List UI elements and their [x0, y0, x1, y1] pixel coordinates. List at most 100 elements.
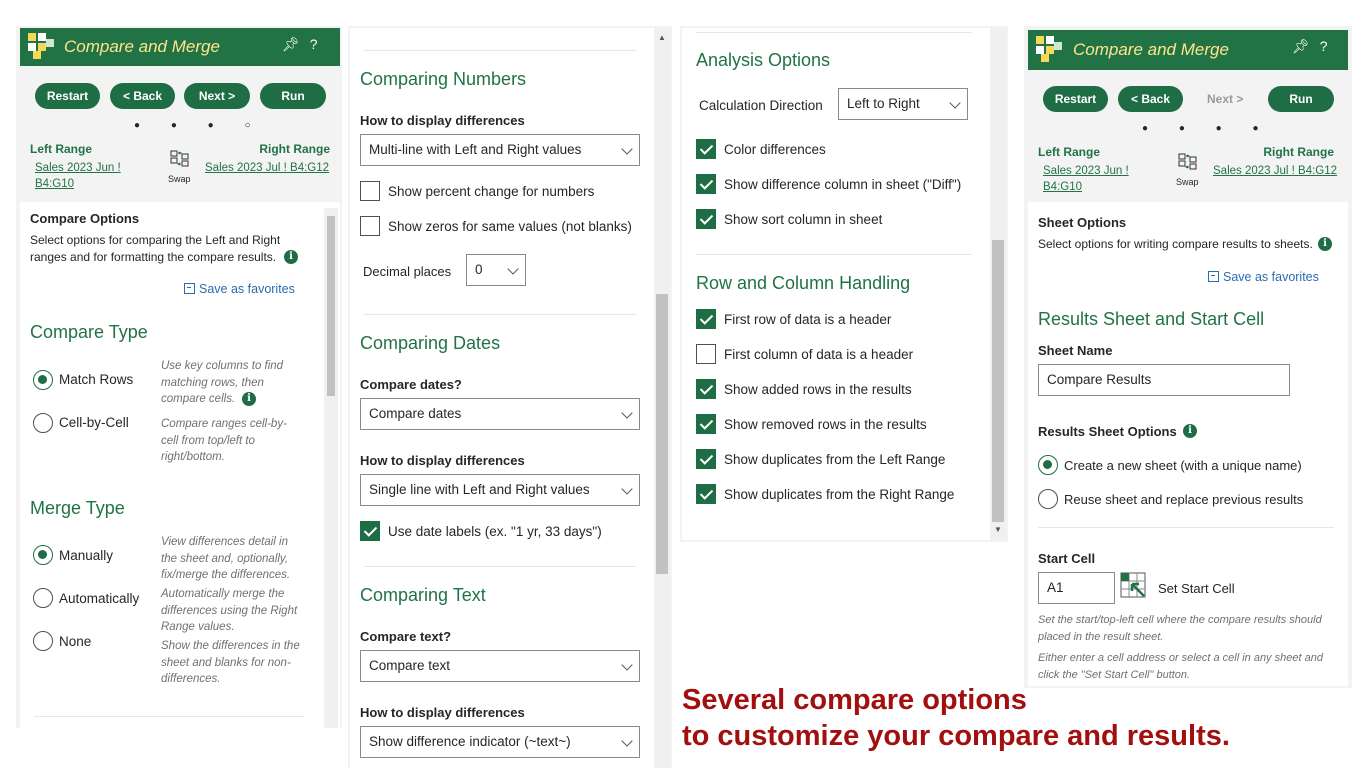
app-logo-icon	[1036, 36, 1062, 62]
step-indicator: ● ● ● ○	[134, 120, 265, 131]
show-zeros-label[interactable]: Show zeros for same values (not blanks)	[388, 219, 632, 234]
scrollbar-thumb[interactable]	[327, 216, 335, 396]
reuse-sheet-radio[interactable]	[1038, 489, 1058, 509]
info-icon[interactable]: i	[1318, 237, 1332, 251]
automatically-radio[interactable]	[33, 588, 53, 608]
none-label[interactable]: None	[59, 634, 91, 649]
use-date-labels-label[interactable]: Use date labels (ex. "1 yr, 33 days")	[388, 524, 602, 539]
left-range-label: Left Range	[30, 142, 93, 156]
dups-left-checkbox[interactable]	[696, 449, 716, 469]
cell-by-cell-label[interactable]: Cell-by-Cell	[59, 415, 129, 430]
match-rows-radio[interactable]	[33, 370, 53, 390]
show-percent-checkbox[interactable]	[360, 181, 380, 201]
info-icon[interactable]: i	[284, 250, 298, 264]
none-radio[interactable]	[33, 631, 53, 651]
automatically-label[interactable]: Automatically	[59, 591, 139, 606]
set-start-cell-button[interactable]: Set Start Cell	[1158, 581, 1235, 596]
show-diff-column-label[interactable]: Show difference column in sheet ("Diff")	[724, 177, 961, 192]
text-display-label: How to display differences	[360, 705, 525, 720]
calc-direction-label: Calculation Direction	[699, 98, 823, 113]
compare-text-select[interactable]: Compare text	[360, 650, 640, 682]
right-range-link[interactable]: Sales 2023 Jul ! B4:G12	[205, 160, 335, 176]
compare-dates-select[interactable]: Compare dates	[360, 398, 640, 430]
help-button[interactable]: ?	[1320, 38, 1328, 54]
text-display-select[interactable]: Show difference indicator (~text~)	[360, 726, 640, 758]
dups-right-checkbox[interactable]	[696, 484, 716, 504]
set-start-cell-icon[interactable]	[1120, 572, 1148, 600]
next-button[interactable]: Next >	[1207, 92, 1243, 106]
match-rows-label[interactable]: Match Rows	[59, 372, 133, 387]
step-indicator: ● ● ● ●	[1142, 123, 1273, 134]
sheet-name-input[interactable]: Compare Results	[1038, 364, 1290, 396]
create-new-sheet-radio[interactable]	[1038, 455, 1058, 475]
first-row-header-label[interactable]: First row of data is a header	[724, 312, 891, 327]
reuse-sheet-label[interactable]: Reuse sheet and replace previous results	[1064, 492, 1303, 507]
first-col-header-label[interactable]: First column of data is a header	[724, 347, 913, 362]
title-icons: 📌︎?	[272, 36, 318, 53]
analysis-options-title: Analysis Options	[696, 50, 831, 70]
show-removed-rows-label[interactable]: Show removed rows in the results	[724, 417, 927, 432]
run-button[interactable]: Run	[1268, 86, 1334, 112]
compare-options-desc: Select options for comparing the Left an…	[30, 233, 281, 264]
dups-left-label[interactable]: Show duplicates from the Left Range	[724, 452, 945, 467]
scrollbar-thumb[interactable]	[656, 294, 668, 574]
dups-right-label[interactable]: Show duplicates from the Right Range	[724, 487, 954, 502]
back-button[interactable]: < Back	[110, 83, 175, 109]
numbers-display-select[interactable]: Multi-line with Left and Right values	[360, 134, 640, 166]
swap-icon[interactable]	[1178, 153, 1198, 171]
scroll-up-icon[interactable]: ▲	[658, 33, 666, 42]
color-differences-checkbox[interactable]	[696, 139, 716, 159]
numbers-display-label: How to display differences	[360, 113, 525, 128]
restart-button[interactable]: Restart	[35, 83, 100, 109]
cell-by-cell-radio[interactable]	[33, 413, 53, 433]
right-range-link[interactable]: Sales 2023 Jul ! B4:G12	[1213, 163, 1343, 179]
pin-icon[interactable]: 📌︎	[282, 36, 300, 52]
show-percent-label[interactable]: Show percent change for numbers	[388, 184, 594, 199]
pin-icon[interactable]: 📌︎	[1292, 38, 1310, 54]
restart-button[interactable]: Restart	[1043, 86, 1108, 112]
chevron-down-icon	[507, 263, 519, 275]
sheet-options-title: Sheet Options	[1038, 215, 1127, 230]
decimal-places-select[interactable]: 0	[466, 254, 526, 286]
match-rows-hint: Use key columns to find matching rows, t…	[161, 360, 284, 405]
results-options-info-icon[interactable]: i	[1183, 424, 1197, 438]
app-title: Compare and Merge	[64, 37, 220, 56]
scrollbar-thumb[interactable]	[992, 240, 1004, 522]
left-range-link[interactable]: Sales 2023 Jun ! B4:G10	[1043, 163, 1168, 195]
show-zeros-checkbox[interactable]	[360, 216, 380, 236]
back-button[interactable]: < Back	[1118, 86, 1183, 112]
first-col-header-checkbox[interactable]	[696, 344, 716, 364]
help-button[interactable]: ?	[310, 36, 318, 52]
start-cell-input[interactable]: A1	[1038, 572, 1115, 604]
divider	[34, 716, 304, 717]
run-button[interactable]: Run	[260, 83, 326, 109]
show-removed-rows-checkbox[interactable]	[696, 414, 716, 434]
panel2: Comparing Numbers How to display differe…	[350, 28, 670, 768]
app-logo-icon	[28, 33, 54, 59]
manually-radio[interactable]	[33, 545, 53, 565]
calc-direction-select[interactable]: Left to Right	[838, 88, 968, 120]
show-diff-column-checkbox[interactable]	[696, 174, 716, 194]
save-favorites-link[interactable]: Save as favorites	[184, 282, 295, 296]
left-range-link[interactable]: Sales 2023 Jun ! B4:G10	[35, 160, 160, 192]
match-rows-info-icon[interactable]: i	[242, 392, 256, 406]
color-differences-label[interactable]: Color differences	[724, 142, 826, 157]
manually-label[interactable]: Manually	[59, 548, 113, 563]
next-button[interactable]: Next >	[184, 83, 250, 109]
create-new-sheet-label[interactable]: Create a new sheet (with a unique name)	[1064, 458, 1302, 473]
dates-display-select[interactable]: Single line with Left and Right values	[360, 474, 640, 506]
chevron-down-icon	[621, 659, 633, 671]
start-cell-label: Start Cell	[1038, 551, 1096, 566]
scroll-down-icon[interactable]: ▼	[994, 525, 1002, 534]
swap-label[interactable]: Swap	[168, 174, 191, 184]
swap-icon[interactable]	[170, 150, 190, 168]
show-sort-column-checkbox[interactable]	[696, 209, 716, 229]
automatically-hint: Automatically merge the differences usin…	[161, 588, 298, 633]
show-sort-column-label[interactable]: Show sort column in sheet	[724, 212, 882, 227]
first-row-header-checkbox[interactable]	[696, 309, 716, 329]
show-added-rows-checkbox[interactable]	[696, 379, 716, 399]
swap-label[interactable]: Swap	[1176, 177, 1199, 187]
show-added-rows-label[interactable]: Show added rows in the results	[724, 382, 912, 397]
save-favorites-link[interactable]: Save as favorites	[1208, 270, 1319, 284]
use-date-labels-checkbox[interactable]	[360, 521, 380, 541]
